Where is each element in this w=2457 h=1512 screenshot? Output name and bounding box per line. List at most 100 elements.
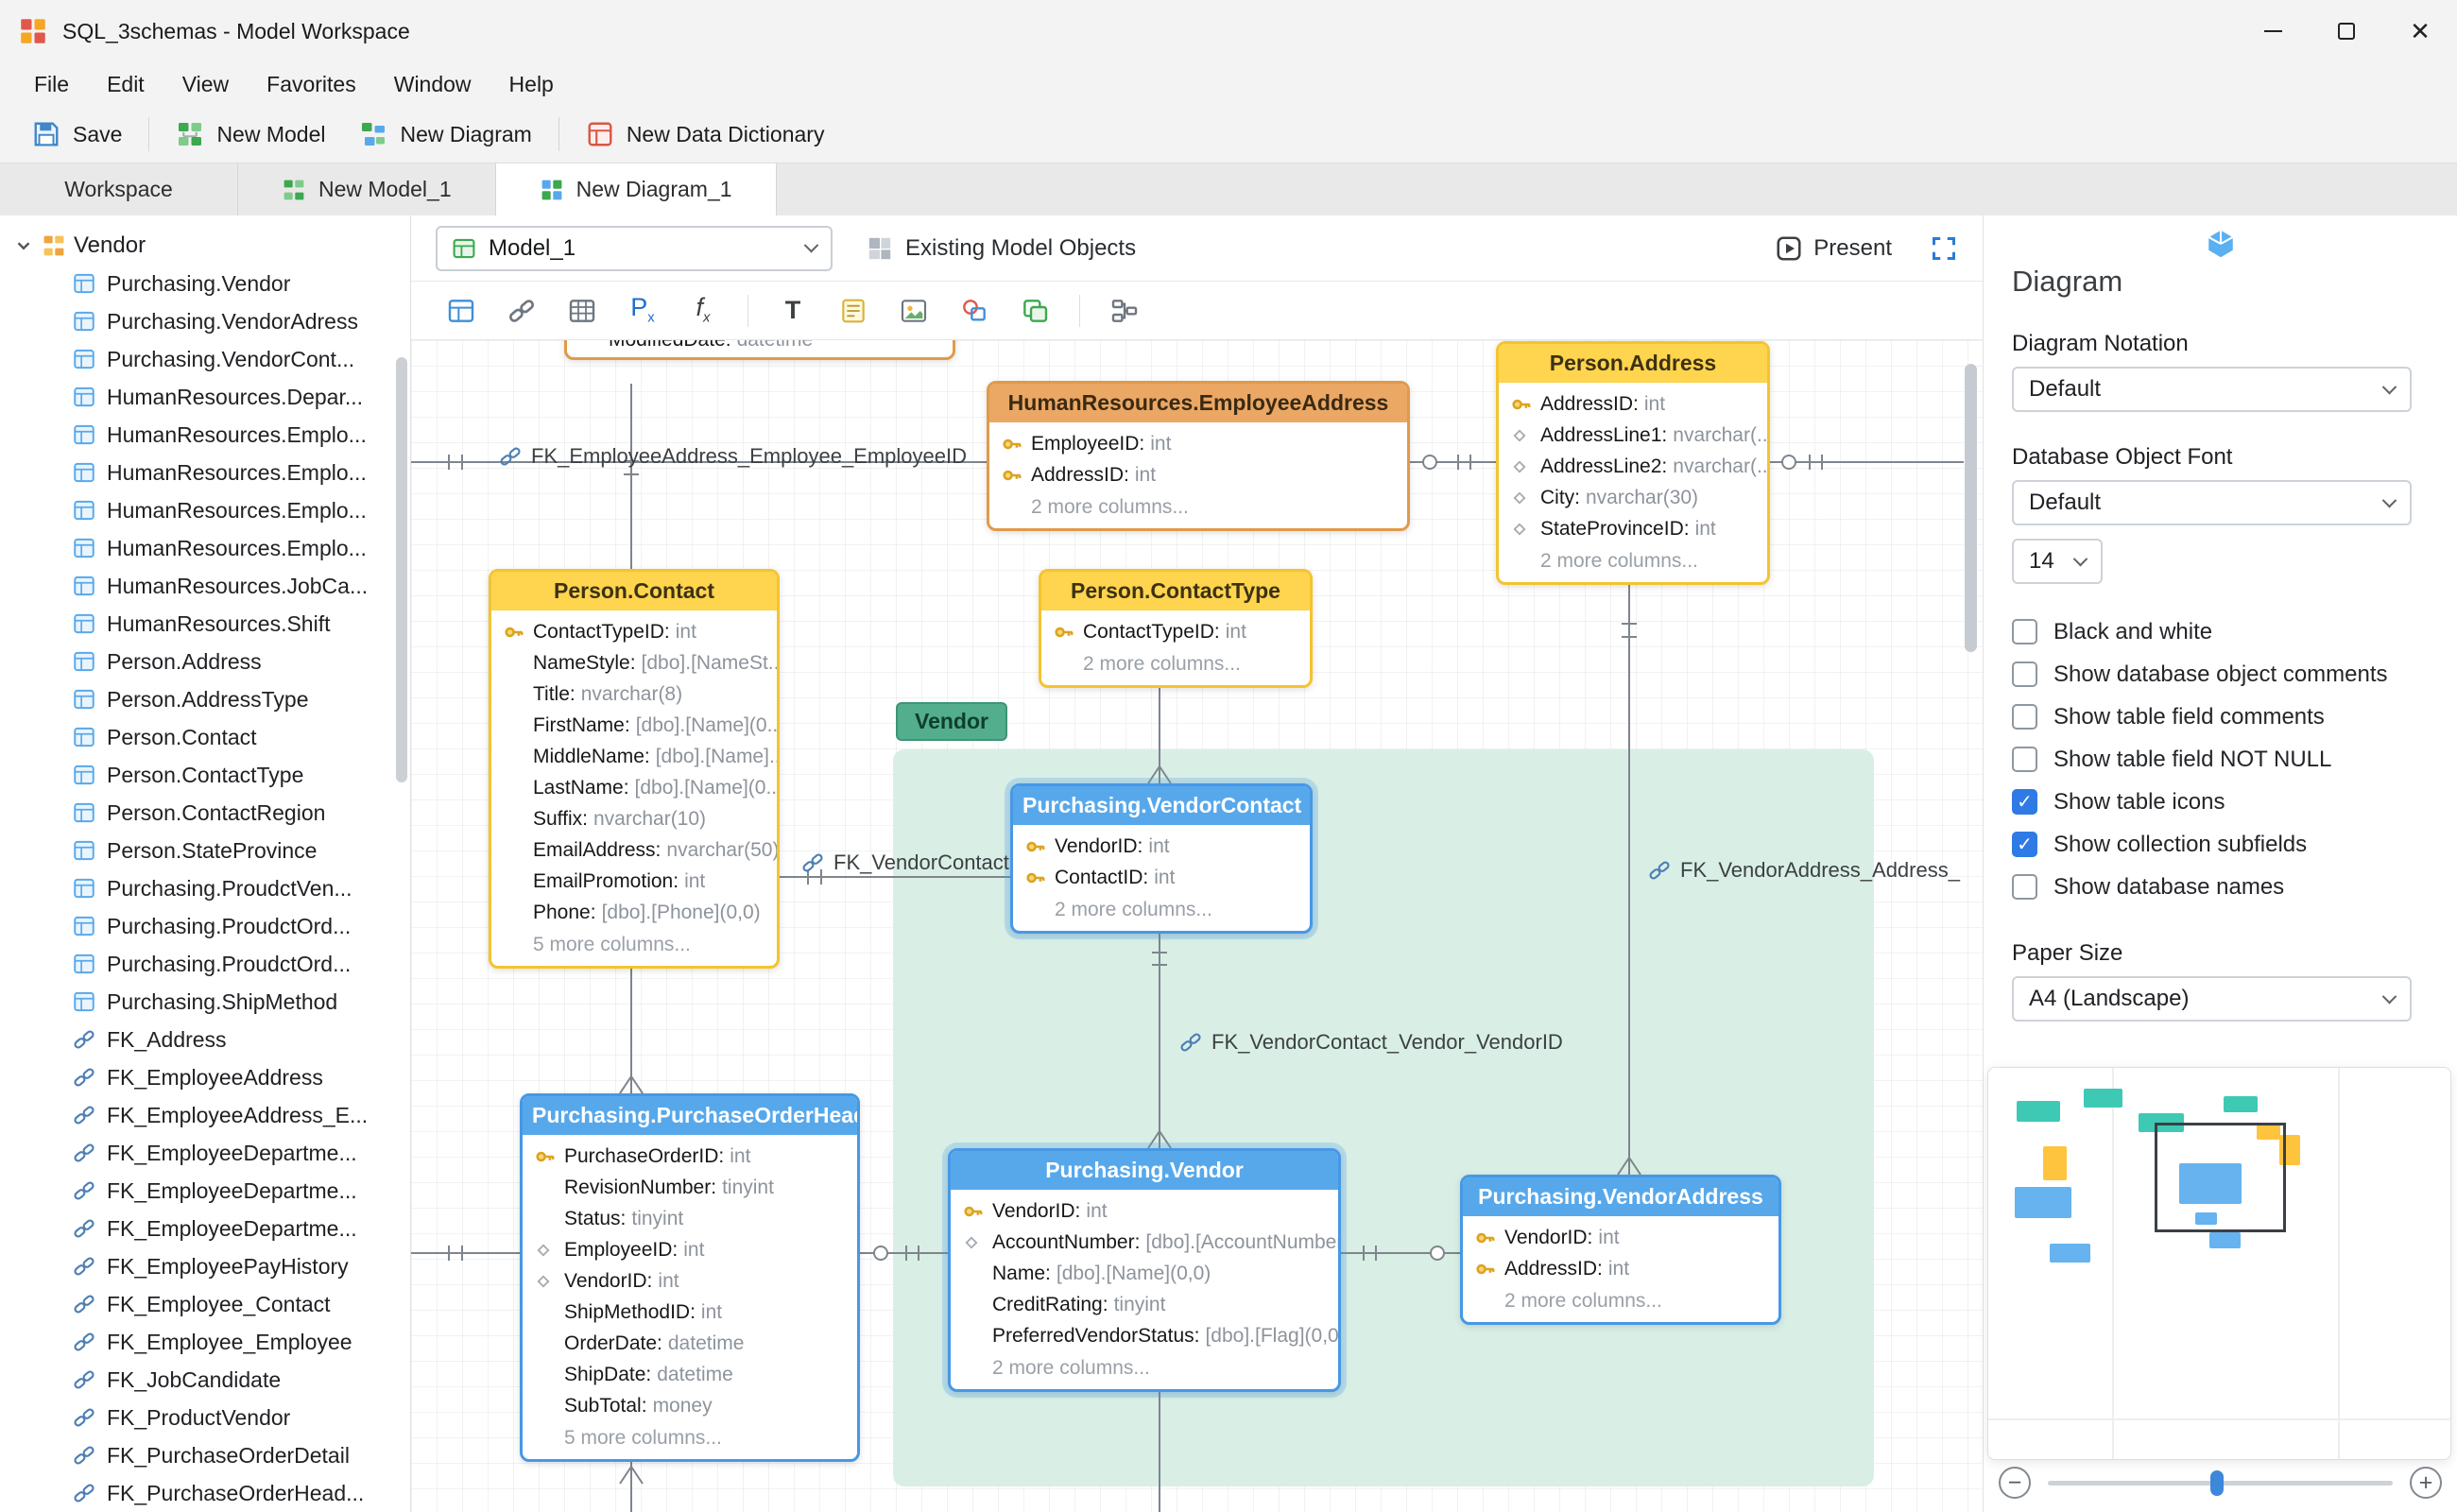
model-selector[interactable]: Model_1 (436, 225, 833, 271)
entity-purchasing-vendor[interactable]: Purchasing.Vendor VendorID: int AccountNumb… (948, 1148, 1341, 1392)
field-row[interactable]: VendorID: int (951, 1195, 1338, 1227)
tree-item-purchasing-vendorcont[interactable]: Purchasing.VendorCont... (0, 340, 410, 378)
field-row[interactable]: ShipDate: datetime (523, 1359, 857, 1390)
tree-item-person-contact[interactable]: Person.Contact (0, 718, 410, 756)
canvas-scrollbar[interactable] (1965, 364, 1977, 652)
field-row[interactable]: Title: nvarchar(8) (491, 679, 777, 710)
entity-person-contact[interactable]: Person.Contact ContactTypeID: int NameStyle… (489, 569, 780, 969)
tree-item-fk-employee-employee[interactable]: FK_Employee_Employee (0, 1323, 410, 1361)
menu-item-edit[interactable]: Edit (88, 62, 163, 106)
field-row[interactable]: RevisionNumber: tinyint (523, 1172, 857, 1203)
menu-item-window[interactable]: Window (375, 62, 490, 106)
paper-size-select[interactable]: A4 (Landscape) (2012, 976, 2412, 1022)
tree-item-purchasing-vendor[interactable]: Purchasing.Vendor (0, 265, 410, 302)
entity-person-address[interactable]: Person.Address AddressID: int AddressLine1:… (1496, 341, 1770, 585)
tree-item-person-address[interactable]: Person.Address (0, 643, 410, 680)
vendor-region-label[interactable]: Vendor (896, 702, 1007, 741)
relationship-label-fk-employeeaddress-employee-employeeid[interactable]: FK_EmployeeAddress_Employee_EmployeeID (498, 444, 967, 469)
more-columns-label[interactable]: 2 more columns... (989, 492, 1407, 528)
tree-item-humanresources-emplo[interactable]: HumanResources.Emplo... (0, 491, 410, 529)
tree-item-purchasing-proudctven[interactable]: Purchasing.ProudctVen... (0, 869, 410, 907)
new-data-dictionary-button[interactable]: New Data Dictionary (569, 112, 842, 156)
entity-header[interactable]: Person.Contact (491, 572, 777, 610)
minimap-viewport[interactable] (2155, 1123, 2286, 1232)
field-row[interactable]: StateProvinceID: int (1499, 513, 1767, 544)
tree-item-humanresources-shift[interactable]: HumanResources.Shift (0, 605, 410, 643)
tree-item-humanresources-emplo[interactable]: HumanResources.Emplo... (0, 416, 410, 454)
field-row[interactable]: ContactTypeID: int (491, 616, 777, 647)
fullscreen-button[interactable] (1930, 234, 1958, 263)
zoom-slider[interactable] (2048, 1469, 2393, 1496)
entity-header[interactable]: Purchasing.Vendor (951, 1151, 1338, 1190)
diagram-panel-icon[interactable] (2012, 227, 2429, 263)
relationship-label-fk-vendorcontact-vendor-vendorid[interactable]: FK_VendorContact_Vendor_VendorID (1178, 1030, 1563, 1055)
tree-item-fk-employeedepartme[interactable]: FK_EmployeeDepartme... (0, 1172, 410, 1210)
entity-header[interactable]: Person.Address (1499, 344, 1767, 383)
tree-item-person-contactregion[interactable]: Person.ContactRegion (0, 794, 410, 832)
field-row[interactable]: AccountNumber:[dbo].[AccountNumber]... (951, 1227, 1338, 1258)
entity-header[interactable]: Purchasing.VendorContact (1013, 786, 1310, 825)
tree-item-fk-employeedepartme[interactable]: FK_EmployeeDepartme... (0, 1210, 410, 1247)
entity-header[interactable]: Purchasing.VendorAddress (1463, 1177, 1778, 1216)
checkbox-show-table-field-comments[interactable] (2012, 704, 2037, 730)
menu-item-file[interactable]: File (15, 62, 88, 106)
checkbox-black-and-white[interactable] (2012, 619, 2037, 644)
field-row[interactable]: City: nvarchar(30) (1499, 482, 1767, 513)
tree-item-purchasing-proudctord[interactable]: Purchasing.ProudctOrd... (0, 945, 410, 983)
tree-item-fk-address[interactable]: FK_Address (0, 1021, 410, 1058)
maximize-button[interactable] (2310, 0, 2383, 62)
diagram-notation-select[interactable]: Default (2012, 367, 2412, 412)
field-row[interactable]: EmailPromotion: int (491, 866, 777, 897)
field-row[interactable]: Suffix: nvarchar(10) (491, 803, 777, 834)
field-row[interactable]: PurchaseOrderID: int (523, 1141, 857, 1172)
shape-tool-button[interactable] (953, 289, 996, 333)
entity-clipped-table[interactable]: ModifiedDate: datetime (564, 340, 955, 360)
fk-tool-button[interactable]: Px (621, 289, 664, 333)
menu-item-view[interactable]: View (163, 62, 248, 106)
menu-item-help[interactable]: Help (490, 62, 573, 106)
field-row[interactable]: CreditRating: tinyint (951, 1289, 1338, 1320)
checkbox-show-database-names[interactable] (2012, 874, 2037, 900)
field-row[interactable]: VendorID: int (1463, 1222, 1778, 1253)
checkbox-show-collection-subfields[interactable]: ✓ (2012, 832, 2037, 857)
field-row[interactable]: FirstName: [dbo].[Name](0... (491, 710, 777, 741)
field-row[interactable]: ContactID: int (1013, 862, 1310, 893)
relationship-label-fk-vendoraddress-address[interactable]: FK_VendorAddress_Address_ (1647, 858, 1960, 883)
minimize-button[interactable] (2236, 0, 2310, 62)
field-row[interactable]: AddressID: int (1499, 388, 1767, 420)
tree-item-purchasing-shipmethod[interactable]: Purchasing.ShipMethod (0, 983, 410, 1021)
checkbox-show-database-object-comments[interactable] (2012, 662, 2037, 687)
field-row[interactable]: ShipMethodID: int (523, 1297, 857, 1328)
entity-header[interactable]: HumanResources.EmployeeAddress (989, 384, 1407, 422)
field-row[interactable]: ContactTypeID: int (1041, 616, 1310, 647)
more-columns-label[interactable]: 5 more columns... (523, 1423, 857, 1459)
tree-item-purchasing-vendoradress[interactable]: Purchasing.VendorAdress (0, 302, 410, 340)
tree-item-purchasing-proudctord[interactable]: Purchasing.ProudctOrd... (0, 907, 410, 945)
tree-item-fk-jobcandidate[interactable]: FK_JobCandidate (0, 1361, 410, 1399)
field-row[interactable]: AddressLine1: nvarchar(... (1499, 420, 1767, 451)
tree-item-person-contacttype[interactable]: Person.ContactType (0, 756, 410, 794)
text-tool-button[interactable]: T (771, 289, 815, 333)
field-row[interactable]: ModifiedDate: datetime (567, 340, 953, 355)
field-row[interactable]: PreferredVendorStatus: [dbo].[Flag](0,0) (951, 1320, 1338, 1351)
tree-item-humanresources-emplo[interactable]: HumanResources.Emplo... (0, 529, 410, 567)
more-columns-label[interactable]: 2 more columns... (1041, 649, 1310, 685)
tree-item-fk-purchaseorderdetail[interactable]: FK_PurchaseOrderDetail (0, 1436, 410, 1474)
new-diagram-button[interactable]: New Diagram (342, 112, 548, 156)
field-row[interactable]: LastName: [dbo].[Name](0... (491, 772, 777, 803)
object-font-select[interactable]: Default (2012, 480, 2412, 525)
sidebar-scrollbar[interactable] (396, 357, 407, 782)
font-size-select[interactable]: 14 (2012, 539, 2103, 584)
entity-person-contacttype[interactable]: Person.ContactType ContactTypeID: int 2 mor… (1039, 569, 1313, 688)
field-row[interactable]: EmployeeID: int (989, 428, 1407, 459)
table-tool-button[interactable] (439, 289, 483, 333)
view-tool-button[interactable] (560, 289, 604, 333)
more-columns-label[interactable]: 2 more columns... (951, 1353, 1338, 1389)
field-row[interactable]: SubTotal: money (523, 1390, 857, 1421)
auto-layout-tool-button[interactable] (1103, 289, 1146, 333)
field-row[interactable]: Name: [dbo].[Name](0,0) (951, 1258, 1338, 1289)
tree-item-fk-productvendor[interactable]: FK_ProductVendor (0, 1399, 410, 1436)
field-row[interactable]: AddressID: int (1463, 1253, 1778, 1284)
tree-item-humanresources-jobca[interactable]: HumanResources.JobCa... (0, 567, 410, 605)
tab-workspace[interactable]: Workspace (0, 163, 238, 215)
